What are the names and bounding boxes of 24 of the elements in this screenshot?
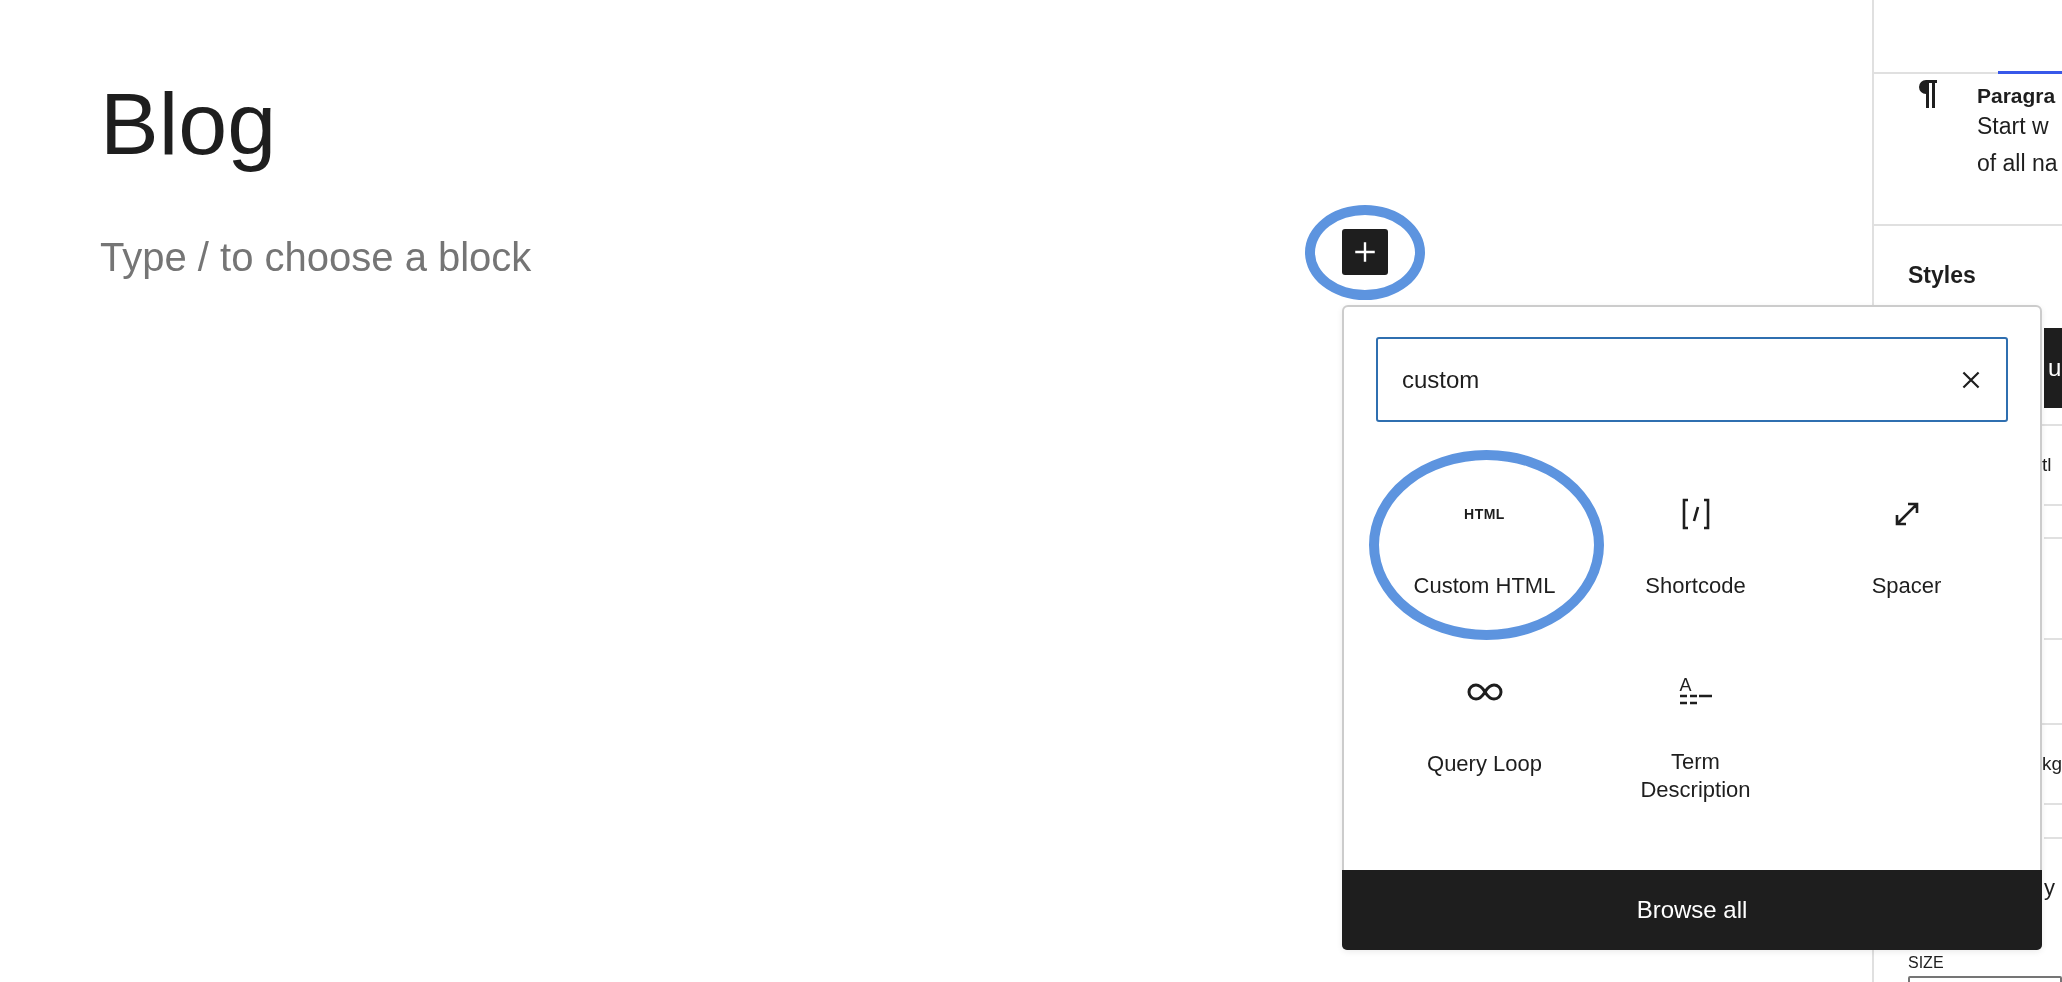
block-item[interactable]: Spacer: [1801, 476, 2012, 626]
search-input[interactable]: custom: [1400, 364, 1958, 395]
block-item[interactable]: Shortcode: [1590, 476, 1801, 626]
active-tab-indicator: [1998, 71, 2062, 74]
setting-label: tl: [2042, 454, 2052, 476]
block-item[interactable]: HTML Custom HTML: [1379, 476, 1590, 626]
block-item[interactable]: Query Loop: [1379, 654, 1590, 804]
browse-all-button[interactable]: Browse all: [1342, 870, 2042, 950]
block-placeholder[interactable]: Type / to choose a block: [100, 234, 532, 280]
page-title[interactable]: Blog: [100, 71, 277, 177]
pilcrow-icon: [1916, 78, 1940, 108]
block-item[interactable]: A Term Description: [1590, 654, 1801, 804]
style-option[interactable]: ul: [2044, 328, 2062, 408]
html-icon: HTML: [1464, 506, 1505, 522]
search-field[interactable]: custom: [1376, 337, 2008, 422]
add-block-button[interactable]: [1342, 229, 1388, 275]
setting-label: y: [2044, 875, 2055, 901]
block-description: of all na: [1977, 149, 2058, 178]
size-label: SIZE: [1908, 954, 1944, 972]
plus-icon: [1352, 239, 1378, 265]
section-heading: Styles: [1908, 262, 1976, 289]
setting-label: kg: [2042, 753, 2062, 775]
block-description: Start w: [1977, 112, 2050, 141]
block-title: Paragra: [1977, 84, 2057, 108]
